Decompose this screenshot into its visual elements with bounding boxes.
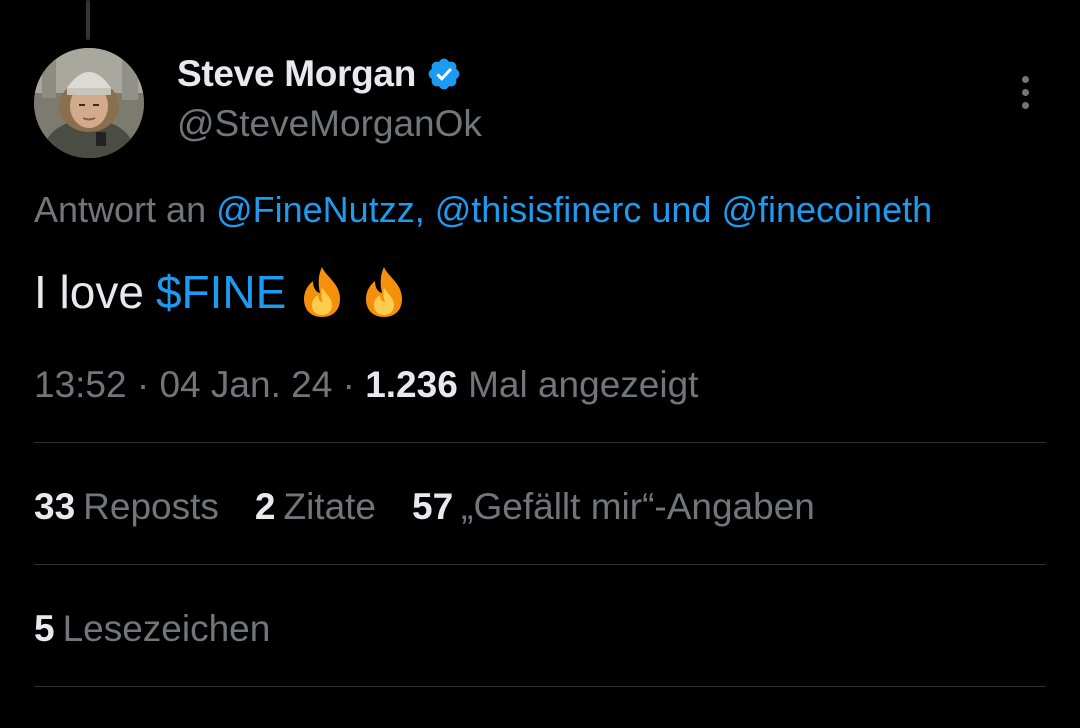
- bookmarks-label: Lesezeichen: [62, 608, 271, 649]
- quotes-count: 2: [254, 486, 276, 527]
- quotes-stat[interactable]: 2 Zitate: [255, 484, 376, 530]
- reply-context: Antwort an @FineNutzz, @thisisfinerc und…: [34, 188, 932, 232]
- divider: [34, 442, 1046, 443]
- author-handle[interactable]: @SteveMorganOk: [177, 102, 482, 146]
- views-count: 1.236: [365, 364, 458, 405]
- more-dot-icon: [1021, 75, 1029, 83]
- avatar-photo: [34, 48, 144, 158]
- cashtag-link[interactable]: $FINE: [156, 264, 286, 320]
- more-dot-icon: [1021, 88, 1029, 96]
- tweet-meta: 13:52 · 04 Jan. 24 · 1.236 Mal angezeigt: [34, 362, 698, 408]
- fire-icon: [296, 265, 348, 319]
- more-dot-icon: [1021, 101, 1029, 109]
- tweet-time[interactable]: 13:52: [34, 364, 127, 405]
- fire-icon: [358, 265, 410, 319]
- divider: [34, 686, 1046, 687]
- views-label: Mal angezeigt: [468, 364, 699, 405]
- tweet-date[interactable]: 04 Jan. 24: [159, 364, 332, 405]
- author-name-row: Steve Morgan: [177, 52, 462, 96]
- likes-label: „Gefällt mir“-Angaben: [461, 486, 815, 527]
- mention-link[interactable]: @FineNutzz,: [216, 189, 425, 230]
- tweet-text-prefix: I love: [34, 266, 144, 318]
- reposts-stat[interactable]: 33 Reposts: [34, 484, 219, 530]
- more-options-button[interactable]: [1005, 68, 1045, 116]
- verified-badge-icon[interactable]: [426, 56, 462, 92]
- meta-separator: ·: [136, 364, 150, 405]
- meta-separator: ·: [342, 364, 355, 405]
- reply-prefix: Antwort an: [34, 189, 207, 230]
- reply-connector: und: [651, 189, 712, 230]
- avatar[interactable]: [34, 48, 144, 158]
- divider: [34, 564, 1046, 565]
- reposts-count: 33: [34, 486, 76, 527]
- author-display-name[interactable]: Steve Morgan: [177, 52, 416, 96]
- likes-count: 57: [412, 486, 454, 527]
- reposts-label: Reposts: [83, 486, 219, 527]
- likes-stat[interactable]: 57 „Gefällt mir“-Angaben: [412, 484, 815, 530]
- bookmarks-stat[interactable]: 5 Lesezeichen: [34, 606, 270, 652]
- mention-link[interactable]: @thisisfinerc: [435, 189, 642, 230]
- mention-link[interactable]: @finecoineth: [721, 189, 932, 230]
- quotes-label: Zitate: [283, 486, 377, 527]
- tweet-text: I love $FINE: [34, 264, 410, 320]
- engagement-stats: 33 Reposts 2 Zitate 57 „Gefällt mir“-Angabe…: [34, 484, 815, 530]
- thread-connector-line: [86, 0, 90, 40]
- bookmarks-count: 5: [34, 608, 55, 649]
